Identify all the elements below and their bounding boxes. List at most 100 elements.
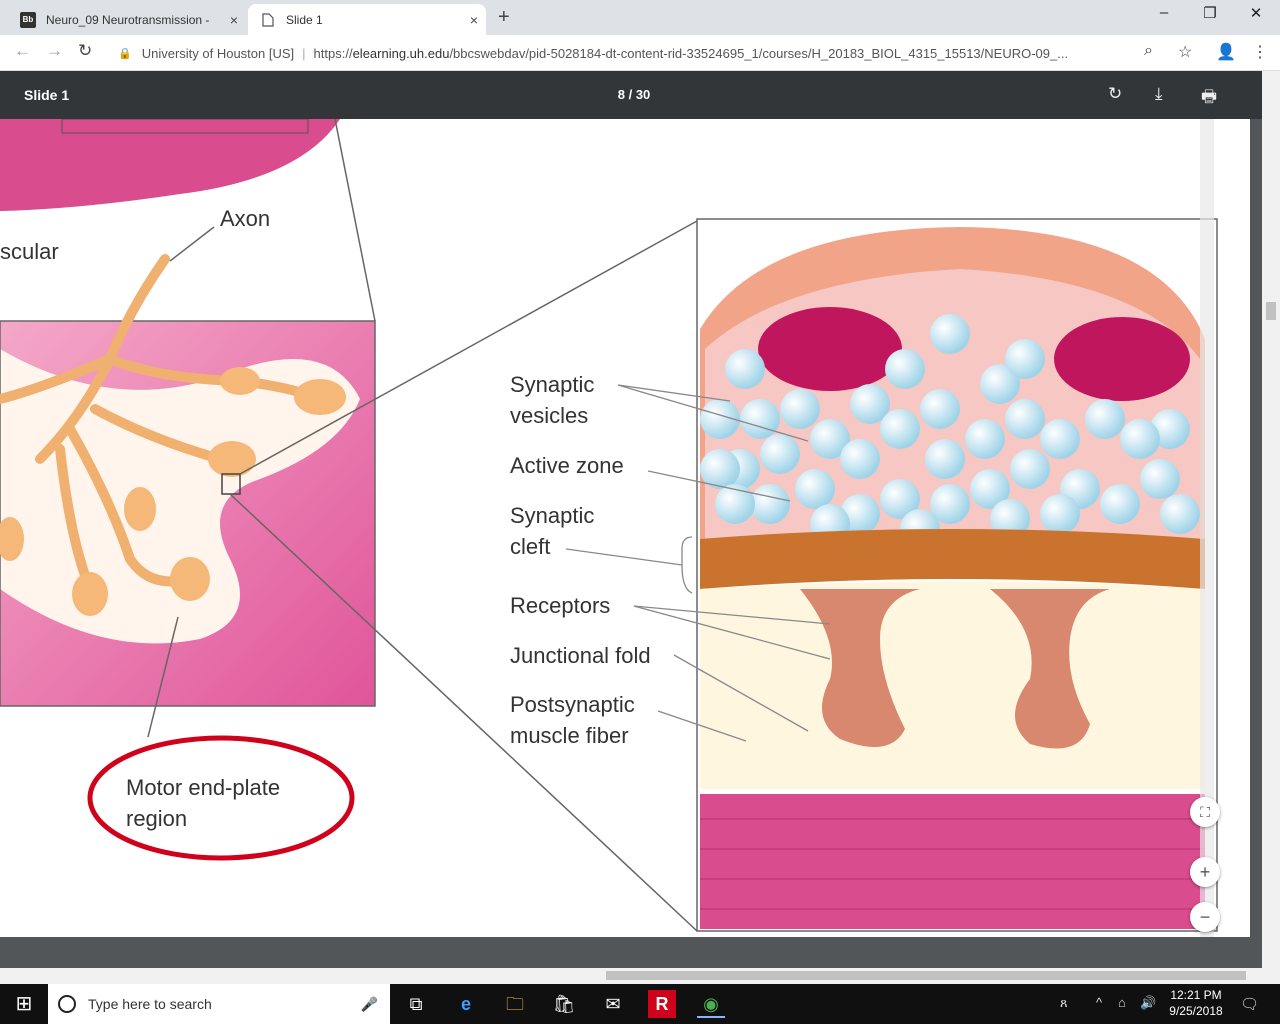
vertical-scrollbar[interactable] — [1262, 71, 1280, 968]
tab-title: Neuro_09 Neurotransmission - — [46, 12, 210, 27]
label-axon: Axon — [220, 206, 270, 231]
file-explorer-icon[interactable]: 🗀 — [501, 990, 529, 1018]
new-tab-button[interactable]: + — [498, 6, 510, 29]
network-icon[interactable]: ⌂ — [1118, 995, 1126, 1010]
mitochondrion-left — [758, 307, 902, 391]
vesicle — [1140, 459, 1180, 499]
forward-icon[interactable]: → — [46, 41, 63, 61]
label-junctional-fold: Junctional fold — [510, 643, 651, 668]
address-bar[interactable]: 🔒 University of Houston [US] | https://e… — [108, 39, 1168, 67]
label-receptors: Receptors — [510, 593, 610, 618]
people-icon[interactable]: ጸ — [1060, 995, 1068, 1011]
clock-date: 9/25/2018 — [1169, 1004, 1223, 1018]
label-synaptic-vesicles: Synaptic — [510, 372, 594, 397]
url-host: elearning.uh.edu — [352, 45, 450, 61]
mail-icon[interactable]: ✉ — [599, 990, 627, 1018]
pdf-title: Slide 1 — [24, 87, 70, 103]
label-synaptic-cleft: Synaptic — [510, 503, 594, 528]
label-muscle-fiber: muscle fiber — [510, 723, 629, 748]
volume-icon[interactable]: 🔊 — [1140, 995, 1156, 1011]
total-pages: 30 — [635, 87, 651, 102]
vesicle — [930, 314, 970, 354]
close-tab-icon[interactable]: × — [222, 12, 246, 28]
reload-icon[interactable]: ↻ — [78, 41, 92, 61]
label-region: region — [126, 806, 187, 831]
vesicle — [750, 484, 790, 524]
store-icon[interactable]: 🛍 — [550, 990, 578, 1018]
start-icon[interactable]: ⊞ — [10, 990, 38, 1018]
zoom-icon[interactable]: ⌕ — [1144, 42, 1153, 60]
vesicle — [920, 389, 960, 429]
task-view-icon[interactable]: ⧉ — [402, 990, 430, 1018]
vesicle — [795, 469, 835, 509]
minimize-button[interactable]: – — [1144, 4, 1184, 21]
vesicle — [885, 349, 925, 389]
bookmark-star-icon[interactable]: ☆ — [1178, 42, 1192, 62]
label-synaptic-cleft-2: cleft — [510, 534, 550, 559]
restore-button[interactable]: ❐ — [1190, 4, 1230, 22]
vesicle — [740, 399, 780, 439]
cortana-icon — [58, 995, 76, 1013]
neuromuscular-junction-figure: Axon scular Synaptic vesicles Active zon… — [0, 119, 1218, 937]
clock[interactable]: 12:21 PM 9/25/2018 — [1160, 987, 1232, 1019]
vesicle — [1040, 419, 1080, 459]
zoom-out-button[interactable]: − — [1190, 902, 1220, 932]
vesicle — [840, 439, 880, 479]
vesicle — [880, 409, 920, 449]
mitochondrion-right — [1054, 317, 1190, 401]
edge-icon[interactable]: e — [452, 990, 480, 1018]
zoom-in-button[interactable]: + — [1190, 857, 1220, 887]
close-tab-icon[interactable]: × — [462, 12, 486, 28]
tab-slide1[interactable]: Slide 1 × — [248, 4, 486, 35]
vesicle — [1120, 419, 1160, 459]
url-path: /bbcswebdav/pid-5028184-dt-content-rid-3… — [449, 45, 1069, 61]
menu-icon[interactable]: ⋮ — [1252, 42, 1268, 62]
clock-time: 12:21 PM — [1170, 988, 1222, 1002]
label-active-zone: Active zone — [510, 453, 624, 478]
vesicle — [1085, 399, 1125, 439]
vesicle — [1005, 339, 1045, 379]
print-icon[interactable]: 🖶 — [1201, 84, 1217, 113]
vesicle — [1005, 399, 1045, 439]
vesicle — [1010, 449, 1050, 489]
label-motor-end-plate: Motor end-plate — [126, 775, 280, 800]
account-icon[interactable]: 👤 — [1216, 42, 1236, 62]
windows-taskbar: ⊞ Type here to search 🎤 ⧉ e 🗀 🛍 ✉ R ◉ ጸ … — [0, 984, 1280, 1024]
separator: | — [302, 45, 306, 61]
taskbar-search[interactable]: Type here to search 🎤 — [48, 984, 390, 1024]
lock-icon: 🔒 — [118, 47, 132, 60]
pdf-viewer: Axon scular Synaptic vesicles Active zon… — [0, 119, 1280, 968]
label-postsynaptic: Postsynaptic — [510, 692, 635, 717]
search-placeholder: Type here to search — [88, 996, 212, 1012]
close-window-button[interactable]: ✕ — [1236, 4, 1276, 22]
browser-tab-bar: Bb Neuro_09 Neurotransmission - × Slide … — [0, 0, 1280, 35]
current-page[interactable]: 8 — [618, 87, 625, 102]
download-icon[interactable]: ⤓ — [1155, 84, 1163, 104]
vesicle — [925, 439, 965, 479]
vesicle — [965, 419, 1005, 459]
vesicle — [725, 349, 765, 389]
notification-icon[interactable]: 🗨 — [1240, 995, 1259, 1013]
pdf-toolbar: Slide 1 8 / 30 ↻ ⤓ 🖶 — [0, 71, 1280, 119]
page-indicator: 8 / 30 — [600, 87, 668, 102]
vesicle — [1160, 494, 1200, 534]
vesicle — [780, 389, 820, 429]
show-hidden-icons[interactable]: ^ — [1096, 995, 1102, 1010]
rotate-icon[interactable]: ↻ — [1108, 84, 1122, 104]
horizontal-scroll-thumb[interactable] — [606, 971, 1246, 980]
vesicle — [1040, 494, 1080, 534]
browser-toolbar: ← → ↻ 🔒 University of Houston [US] | htt… — [0, 35, 1280, 71]
vertical-scroll-thumb[interactable] — [1266, 302, 1276, 320]
microphone-icon[interactable]: 🎤 — [361, 996, 378, 1013]
vesicle — [1100, 484, 1140, 524]
page-separator: / — [628, 87, 633, 102]
label-synaptic-vesicles-2: vesicles — [510, 403, 588, 428]
back-icon[interactable]: ← — [14, 41, 31, 61]
chrome-icon[interactable]: ◉ — [697, 990, 725, 1018]
pdf-page: Axon scular Synaptic vesicles Active zon… — [0, 119, 1250, 937]
fit-to-page-button[interactable]: ⛶ — [1190, 797, 1220, 827]
vesicle — [760, 434, 800, 474]
tab-title: Slide 1 — [286, 12, 323, 27]
tab-neuro[interactable]: Bb Neuro_09 Neurotransmission - × — [8, 4, 246, 35]
app-r-icon[interactable]: R — [648, 990, 676, 1018]
